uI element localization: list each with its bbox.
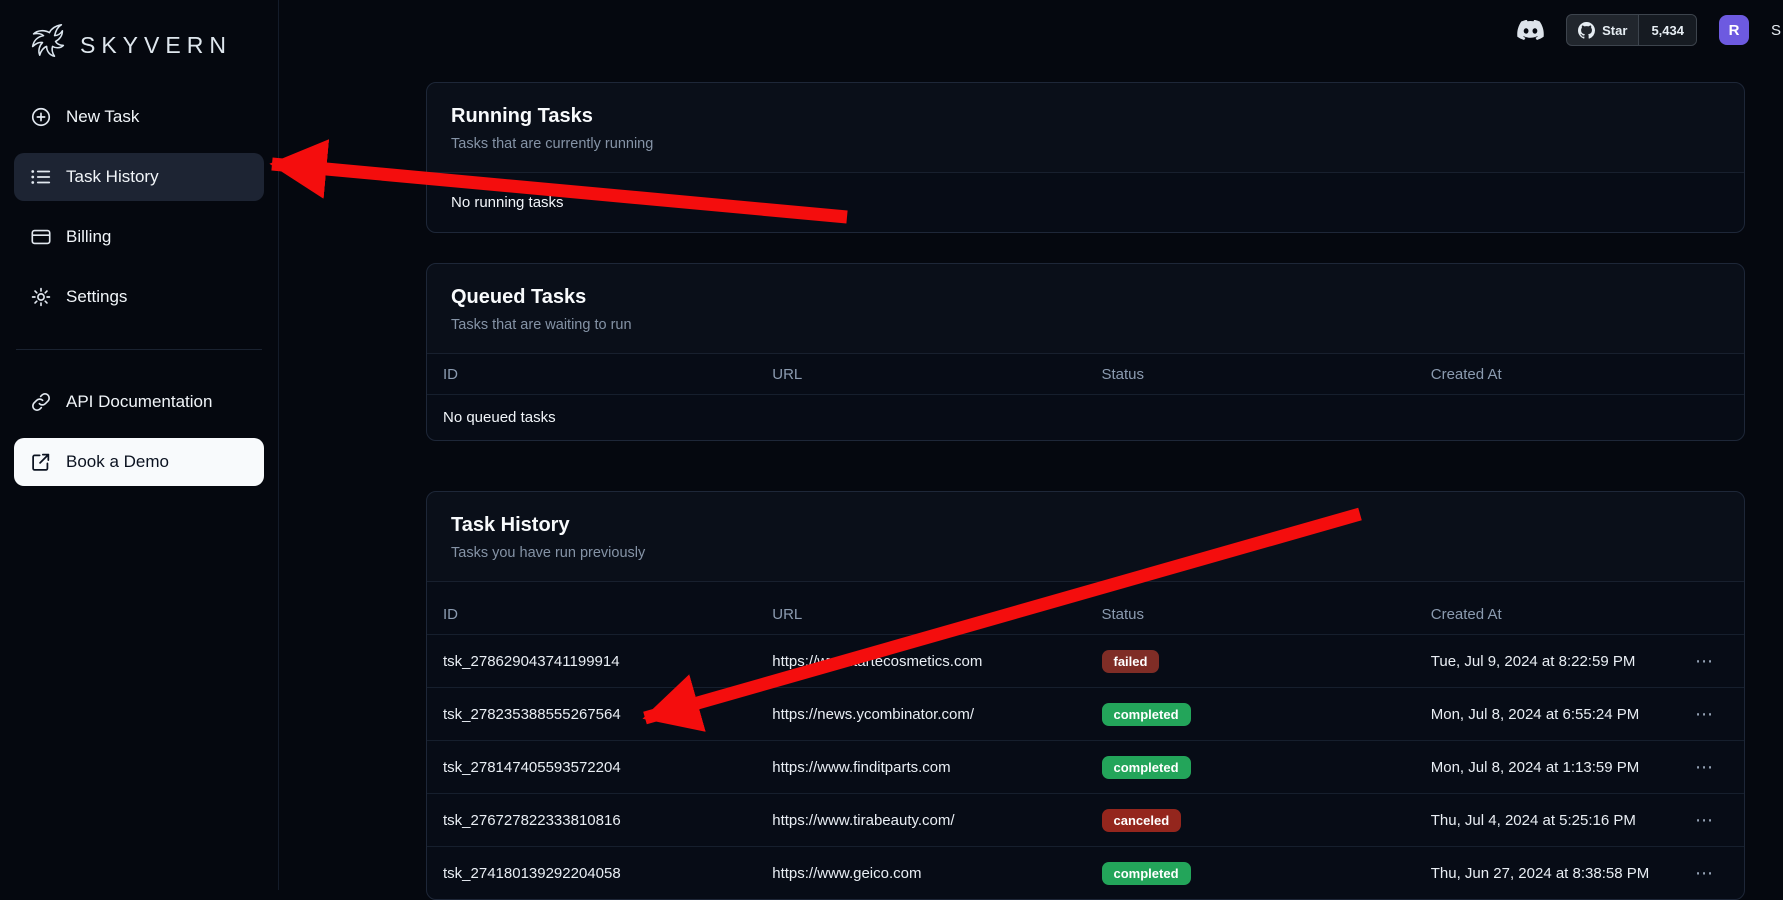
created-at-text: Thu, Jun 27, 2024 at 8:38:58 PM (1431, 865, 1649, 882)
row-actions-button[interactable]: ⋯ (1685, 758, 1724, 776)
queued-tasks-card: Queued Tasks Tasks that are waiting to r… (426, 263, 1745, 441)
github-icon (1578, 22, 1595, 39)
sidebar-item-new-task[interactable]: New Task (14, 93, 264, 141)
task-history-table: ID URL Status Created At tsk_27862904374… (427, 594, 1744, 899)
running-tasks-header: Running Tasks Tasks that are currently r… (427, 83, 1744, 173)
task-history-row[interactable]: tsk_278629043741199914 https://www.tarte… (427, 634, 1744, 687)
task-created-cell: Thu, Jun 27, 2024 at 8:38:58 PM ⋯ (1415, 864, 1744, 882)
sidebar-item-label: Settings (66, 287, 127, 307)
task-id-cell: tsk_278235388555267564 (427, 706, 756, 723)
task-history-row[interactable]: tsk_276727822333810816 https://www.tirab… (427, 793, 1744, 846)
running-tasks-card: Running Tasks Tasks that are currently r… (426, 82, 1745, 233)
sidebar-item-settings[interactable]: Settings (14, 273, 264, 321)
created-at-text: Thu, Jul 4, 2024 at 5:25:16 PM (1431, 812, 1636, 829)
task-status-cell: completed (1086, 862, 1415, 885)
sidebar-item-billing[interactable]: Billing (14, 213, 264, 261)
task-status-cell: completed (1086, 756, 1415, 779)
queued-tasks-header: Queued Tasks Tasks that are waiting to r… (427, 264, 1744, 354)
sidebar-item-label: Book a Demo (66, 452, 169, 472)
task-url-cell: https://news.ycombinator.com/ (756, 706, 1085, 723)
credit-card-icon (30, 226, 52, 248)
task-history-card: Task History Tasks you have run previous… (426, 491, 1745, 900)
link-icon (30, 391, 52, 413)
sidebar-divider (16, 349, 262, 350)
card-title: Running Tasks (451, 105, 1720, 128)
status-badge: failed (1102, 650, 1160, 673)
card-subtitle: Tasks that are waiting to run (451, 317, 1720, 333)
task-id-cell: tsk_278147405593572204 (427, 759, 756, 776)
task-url-cell: https://www.tirabeauty.com/ (756, 812, 1085, 829)
column-header-id: ID (427, 366, 756, 383)
task-status-cell: canceled (1086, 809, 1415, 832)
task-url-cell: https://www.finditparts.com (756, 759, 1085, 776)
task-status-cell: completed (1086, 703, 1415, 726)
task-created-cell: Mon, Jul 8, 2024 at 1:13:59 PM ⋯ (1415, 758, 1744, 776)
row-actions-button[interactable]: ⋯ (1685, 864, 1724, 882)
skyvern-dragon-icon (24, 20, 70, 71)
history-table-body: tsk_278629043741199914 https://www.tarte… (427, 634, 1744, 899)
brand-name: SKYVERN (80, 32, 232, 59)
column-header-created-at: Created At (1415, 366, 1744, 383)
sidebar-item-label: New Task (66, 107, 139, 127)
gear-icon (30, 286, 52, 308)
external-link-icon (30, 451, 52, 473)
task-history-header: Task History Tasks you have run previous… (427, 492, 1744, 582)
sidebar-item-task-history[interactable]: Task History (14, 153, 264, 201)
sidebar: SKYVERN New Task Task History Billing Se… (0, 0, 279, 890)
created-at-text: Tue, Jul 9, 2024 at 8:22:59 PM (1431, 653, 1636, 670)
row-actions-button[interactable]: ⋯ (1685, 652, 1724, 670)
card-title: Queued Tasks (451, 286, 1720, 309)
created-at-text: Mon, Jul 8, 2024 at 1:13:59 PM (1431, 759, 1639, 776)
column-header-created-at: Created At (1415, 606, 1744, 623)
list-icon (30, 166, 52, 188)
task-history-row[interactable]: tsk_278147405593572204 https://www.findi… (427, 740, 1744, 793)
main-content: Running Tasks Tasks that are currently r… (426, 82, 1745, 900)
github-star-label: Star (1602, 23, 1627, 38)
created-at-text: Mon, Jul 8, 2024 at 6:55:24 PM (1431, 706, 1639, 723)
brand-logo: SKYVERN (14, 16, 264, 93)
column-header-id: ID (427, 606, 756, 623)
sidebar-item-book-a-demo[interactable]: Book a Demo (14, 438, 264, 486)
task-id-cell: tsk_274180139292204058 (427, 865, 756, 882)
avatar[interactable]: R (1719, 15, 1749, 45)
task-id-cell: tsk_278629043741199914 (427, 653, 756, 670)
sidebar-item-label: API Documentation (66, 392, 212, 412)
user-label-truncated: S (1771, 22, 1781, 39)
status-badge: canceled (1102, 809, 1182, 832)
topbar-actions: Star 5,434 R S (1517, 14, 1781, 46)
column-header-status: Status (1086, 366, 1415, 383)
task-url-cell: https://www.tartecosmetics.com (756, 653, 1085, 670)
task-url-cell: https://www.geico.com (756, 865, 1085, 882)
status-badge: completed (1102, 862, 1191, 885)
row-actions-button[interactable]: ⋯ (1685, 705, 1724, 723)
column-header-url: URL (756, 606, 1085, 623)
plus-circle-icon (30, 106, 52, 128)
task-id-cell: tsk_276727822333810816 (427, 812, 756, 829)
card-title: Task History (451, 514, 1720, 537)
task-created-cell: Tue, Jul 9, 2024 at 8:22:59 PM ⋯ (1415, 652, 1744, 670)
sidebar-item-api-documentation[interactable]: API Documentation (14, 378, 264, 426)
column-header-status: Status (1086, 606, 1415, 623)
task-history-row[interactable]: tsk_278235388555267564 https://news.ycom… (427, 687, 1744, 740)
status-badge: completed (1102, 703, 1191, 726)
row-actions-button[interactable]: ⋯ (1685, 811, 1724, 829)
github-star-count: 5,434 (1638, 15, 1696, 45)
card-subtitle: Tasks you have run previously (451, 545, 1720, 561)
queued-table-header: ID URL Status Created At (427, 354, 1744, 394)
history-table-header: ID URL Status Created At (427, 594, 1744, 634)
sidebar-item-label: Task History (66, 167, 159, 187)
sidebar-nav: New Task Task History Billing Settings (14, 93, 264, 486)
discord-icon[interactable] (1517, 20, 1544, 41)
card-subtitle: Tasks that are currently running (451, 136, 1720, 152)
task-status-cell: failed (1086, 650, 1415, 673)
task-created-cell: Mon, Jul 8, 2024 at 6:55:24 PM ⋯ (1415, 705, 1744, 723)
task-history-row[interactable]: tsk_274180139292204058 https://www.geico… (427, 846, 1744, 899)
sidebar-item-label: Billing (66, 227, 111, 247)
github-star-button[interactable]: Star 5,434 (1566, 14, 1697, 46)
column-header-url: URL (756, 366, 1085, 383)
running-tasks-empty-text: No running tasks (427, 173, 1744, 232)
queued-tasks-empty-text: No queued tasks (427, 394, 1744, 440)
task-created-cell: Thu, Jul 4, 2024 at 5:25:16 PM ⋯ (1415, 811, 1744, 829)
status-badge: completed (1102, 756, 1191, 779)
